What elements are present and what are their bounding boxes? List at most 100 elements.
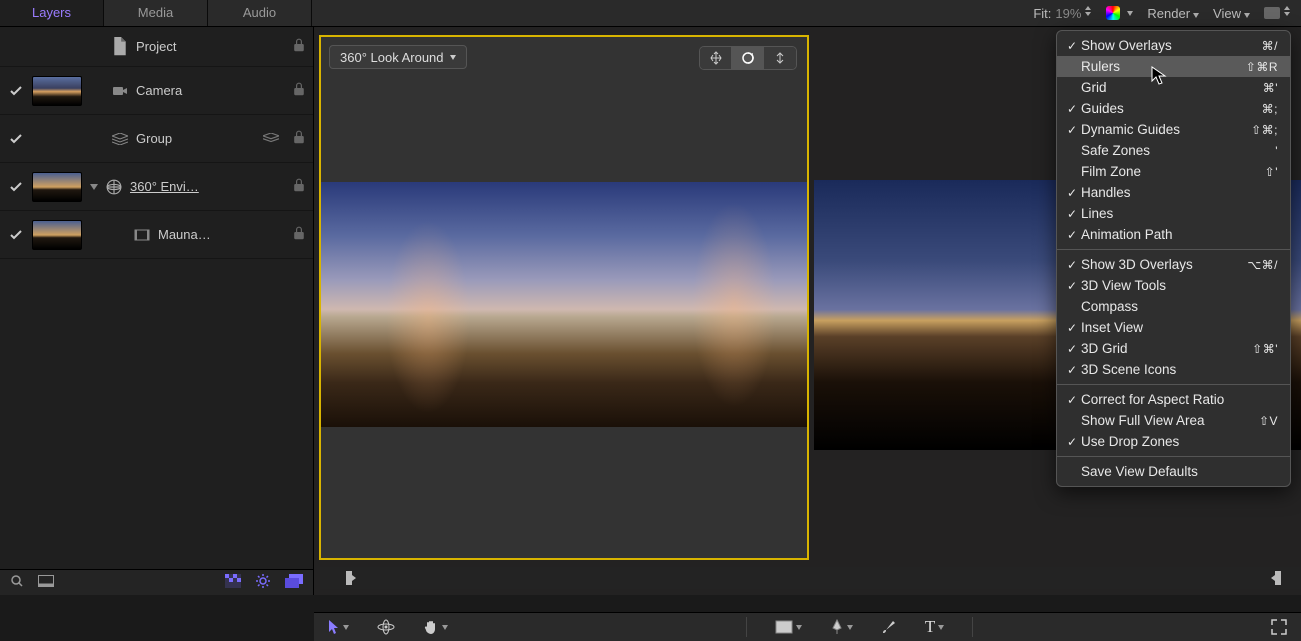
disclosure-triangle-icon[interactable] xyxy=(90,184,98,190)
transform-mode-segment xyxy=(699,46,797,70)
document-icon xyxy=(112,40,128,54)
layer-thumbnail xyxy=(32,76,82,106)
menu-film-zone[interactable]: Film Zone⇧' xyxy=(1057,161,1290,182)
menu-3d-view-tools[interactable]: ✓3D View Tools xyxy=(1057,275,1290,296)
tool-strip: T xyxy=(314,612,1301,641)
menu-separator xyxy=(1057,384,1290,385)
menu-show-3d-overlays[interactable]: ✓Show 3D Overlays⌥⌘/ xyxy=(1057,254,1290,275)
shape-tool[interactable] xyxy=(775,620,802,634)
menu-safe-zones[interactable]: Safe Zones' xyxy=(1057,140,1290,161)
lock-icon[interactable] xyxy=(293,226,305,243)
viewer-image xyxy=(321,182,807,427)
menu-3d-grid[interactable]: ✓3D Grid⇧⌘' xyxy=(1057,338,1290,359)
menu-show-overlays[interactable]: ✓Show Overlays⌘/ xyxy=(1057,35,1290,56)
menu-dynamic-guides[interactable]: ✓Dynamic Guides⇧⌘; xyxy=(1057,119,1290,140)
layer-group[interactable]: Group xyxy=(0,115,313,163)
gear-icon[interactable] xyxy=(255,573,271,592)
active-viewer[interactable]: 360° Look Around xyxy=(319,35,809,560)
lock-icon[interactable] xyxy=(293,82,305,99)
layout-menu[interactable] xyxy=(1264,6,1291,20)
menu-handles[interactable]: ✓Handles xyxy=(1057,182,1290,203)
view-label: View xyxy=(1213,6,1241,21)
stacks-icon[interactable] xyxy=(285,574,303,591)
out-marker-icon[interactable] xyxy=(1271,571,1281,585)
render-menu[interactable]: Render xyxy=(1147,6,1199,21)
layer-project[interactable]: Project xyxy=(0,27,313,67)
menu-full-view-area[interactable]: Show Full View Area⇧V xyxy=(1057,410,1290,431)
filmstrip-icon xyxy=(134,228,150,242)
menu-separator xyxy=(1057,249,1290,250)
layer-360-environment[interactable]: 360° Envi… xyxy=(0,163,313,211)
brush-tool[interactable] xyxy=(881,619,897,635)
menu-guides[interactable]: ✓Guides⌘; xyxy=(1057,98,1290,119)
layout-icon xyxy=(1264,7,1280,19)
pan-tool[interactable] xyxy=(700,47,732,69)
checker-icon[interactable] xyxy=(225,574,241,591)
pen-tool[interactable] xyxy=(830,619,853,635)
menu-grid[interactable]: Grid⌘' xyxy=(1057,77,1290,98)
layer-camera[interactable]: Camera xyxy=(0,67,313,115)
timeline-ruler[interactable] xyxy=(320,567,1301,589)
visibility-checkbox[interactable] xyxy=(8,179,24,195)
camera-icon xyxy=(112,84,128,98)
3d-transform-tool[interactable] xyxy=(377,619,395,635)
layer-thumbnail xyxy=(32,172,82,202)
chevron-down-icon xyxy=(847,625,853,630)
visibility-checkbox[interactable] xyxy=(8,83,24,99)
view-menu[interactable]: View xyxy=(1213,6,1250,21)
view-dropdown-menu: ✓Show Overlays⌘/ Rulers⇧⌘R Grid⌘' ✓Guide… xyxy=(1056,30,1291,487)
menu-lines[interactable]: ✓Lines xyxy=(1057,203,1290,224)
layer-label: Project xyxy=(136,39,285,54)
stack-small-icon[interactable] xyxy=(263,132,279,146)
layer-mauna[interactable]: Mauna… xyxy=(0,211,313,259)
panel-icon[interactable] xyxy=(38,575,54,590)
menu-animation-path[interactable]: ✓Animation Path xyxy=(1057,224,1290,245)
view-mode-label: 360° Look Around xyxy=(340,50,444,65)
menu-rulers[interactable]: Rulers⇧⌘R xyxy=(1057,56,1290,77)
layout-stepper[interactable] xyxy=(1284,6,1291,20)
chevron-down-icon xyxy=(343,625,349,630)
visibility-checkbox[interactable] xyxy=(8,227,24,243)
tab-layers[interactable]: Layers xyxy=(0,0,104,26)
lock-icon[interactable] xyxy=(293,130,305,147)
menu-3d-scene-icons[interactable]: ✓3D Scene Icons xyxy=(1057,359,1290,380)
separator xyxy=(746,617,747,637)
menu-inset-view[interactable]: ✓Inset View xyxy=(1057,317,1290,338)
chevron-down-icon xyxy=(442,625,448,630)
menu-drop-zones[interactable]: ✓Use Drop Zones xyxy=(1057,431,1290,452)
fit-control[interactable]: Fit: 19% xyxy=(1033,6,1092,21)
layer-label: 360° Envi… xyxy=(130,179,285,194)
chevron-down-icon xyxy=(1127,11,1133,16)
dolly-tool[interactable] xyxy=(764,47,796,69)
color-wheel-icon xyxy=(1106,6,1120,20)
search-icon[interactable] xyxy=(10,574,24,591)
orbit-tool[interactable] xyxy=(732,47,764,69)
tab-audio[interactable]: Audio xyxy=(208,0,312,26)
chevron-down-icon xyxy=(1193,13,1199,18)
separator xyxy=(972,617,973,637)
text-tool[interactable]: T xyxy=(925,617,944,637)
tabbar-spacer xyxy=(312,0,1023,26)
menu-correct-aspect[interactable]: ✓Correct for Aspect Ratio xyxy=(1057,389,1290,410)
globe-icon xyxy=(106,180,122,194)
layer-label: Camera xyxy=(136,83,285,98)
layer-label: Group xyxy=(136,131,255,146)
menu-compass[interactable]: Compass xyxy=(1057,296,1290,317)
lock-icon[interactable] xyxy=(293,38,305,55)
chevron-down-icon xyxy=(938,625,944,630)
fit-label: Fit: xyxy=(1033,6,1051,21)
expand-icon[interactable] xyxy=(1271,619,1287,635)
visibility-checkbox[interactable] xyxy=(8,131,24,147)
hand-tool[interactable] xyxy=(423,619,448,635)
menu-save-view-defaults[interactable]: Save View Defaults xyxy=(1057,461,1290,482)
chevron-down-icon xyxy=(796,625,802,630)
fit-value: 19% xyxy=(1055,6,1081,21)
view-mode-menu[interactable]: 360° Look Around xyxy=(329,45,467,69)
lock-icon[interactable] xyxy=(293,178,305,195)
select-tool[interactable] xyxy=(328,619,349,635)
tab-media[interactable]: Media xyxy=(104,0,208,26)
fit-stepper[interactable] xyxy=(1085,6,1092,20)
in-marker-icon[interactable] xyxy=(346,571,356,585)
layers-panel: Project Camera Group 360° Envi… xyxy=(0,27,314,595)
color-channel-menu[interactable] xyxy=(1106,6,1133,20)
